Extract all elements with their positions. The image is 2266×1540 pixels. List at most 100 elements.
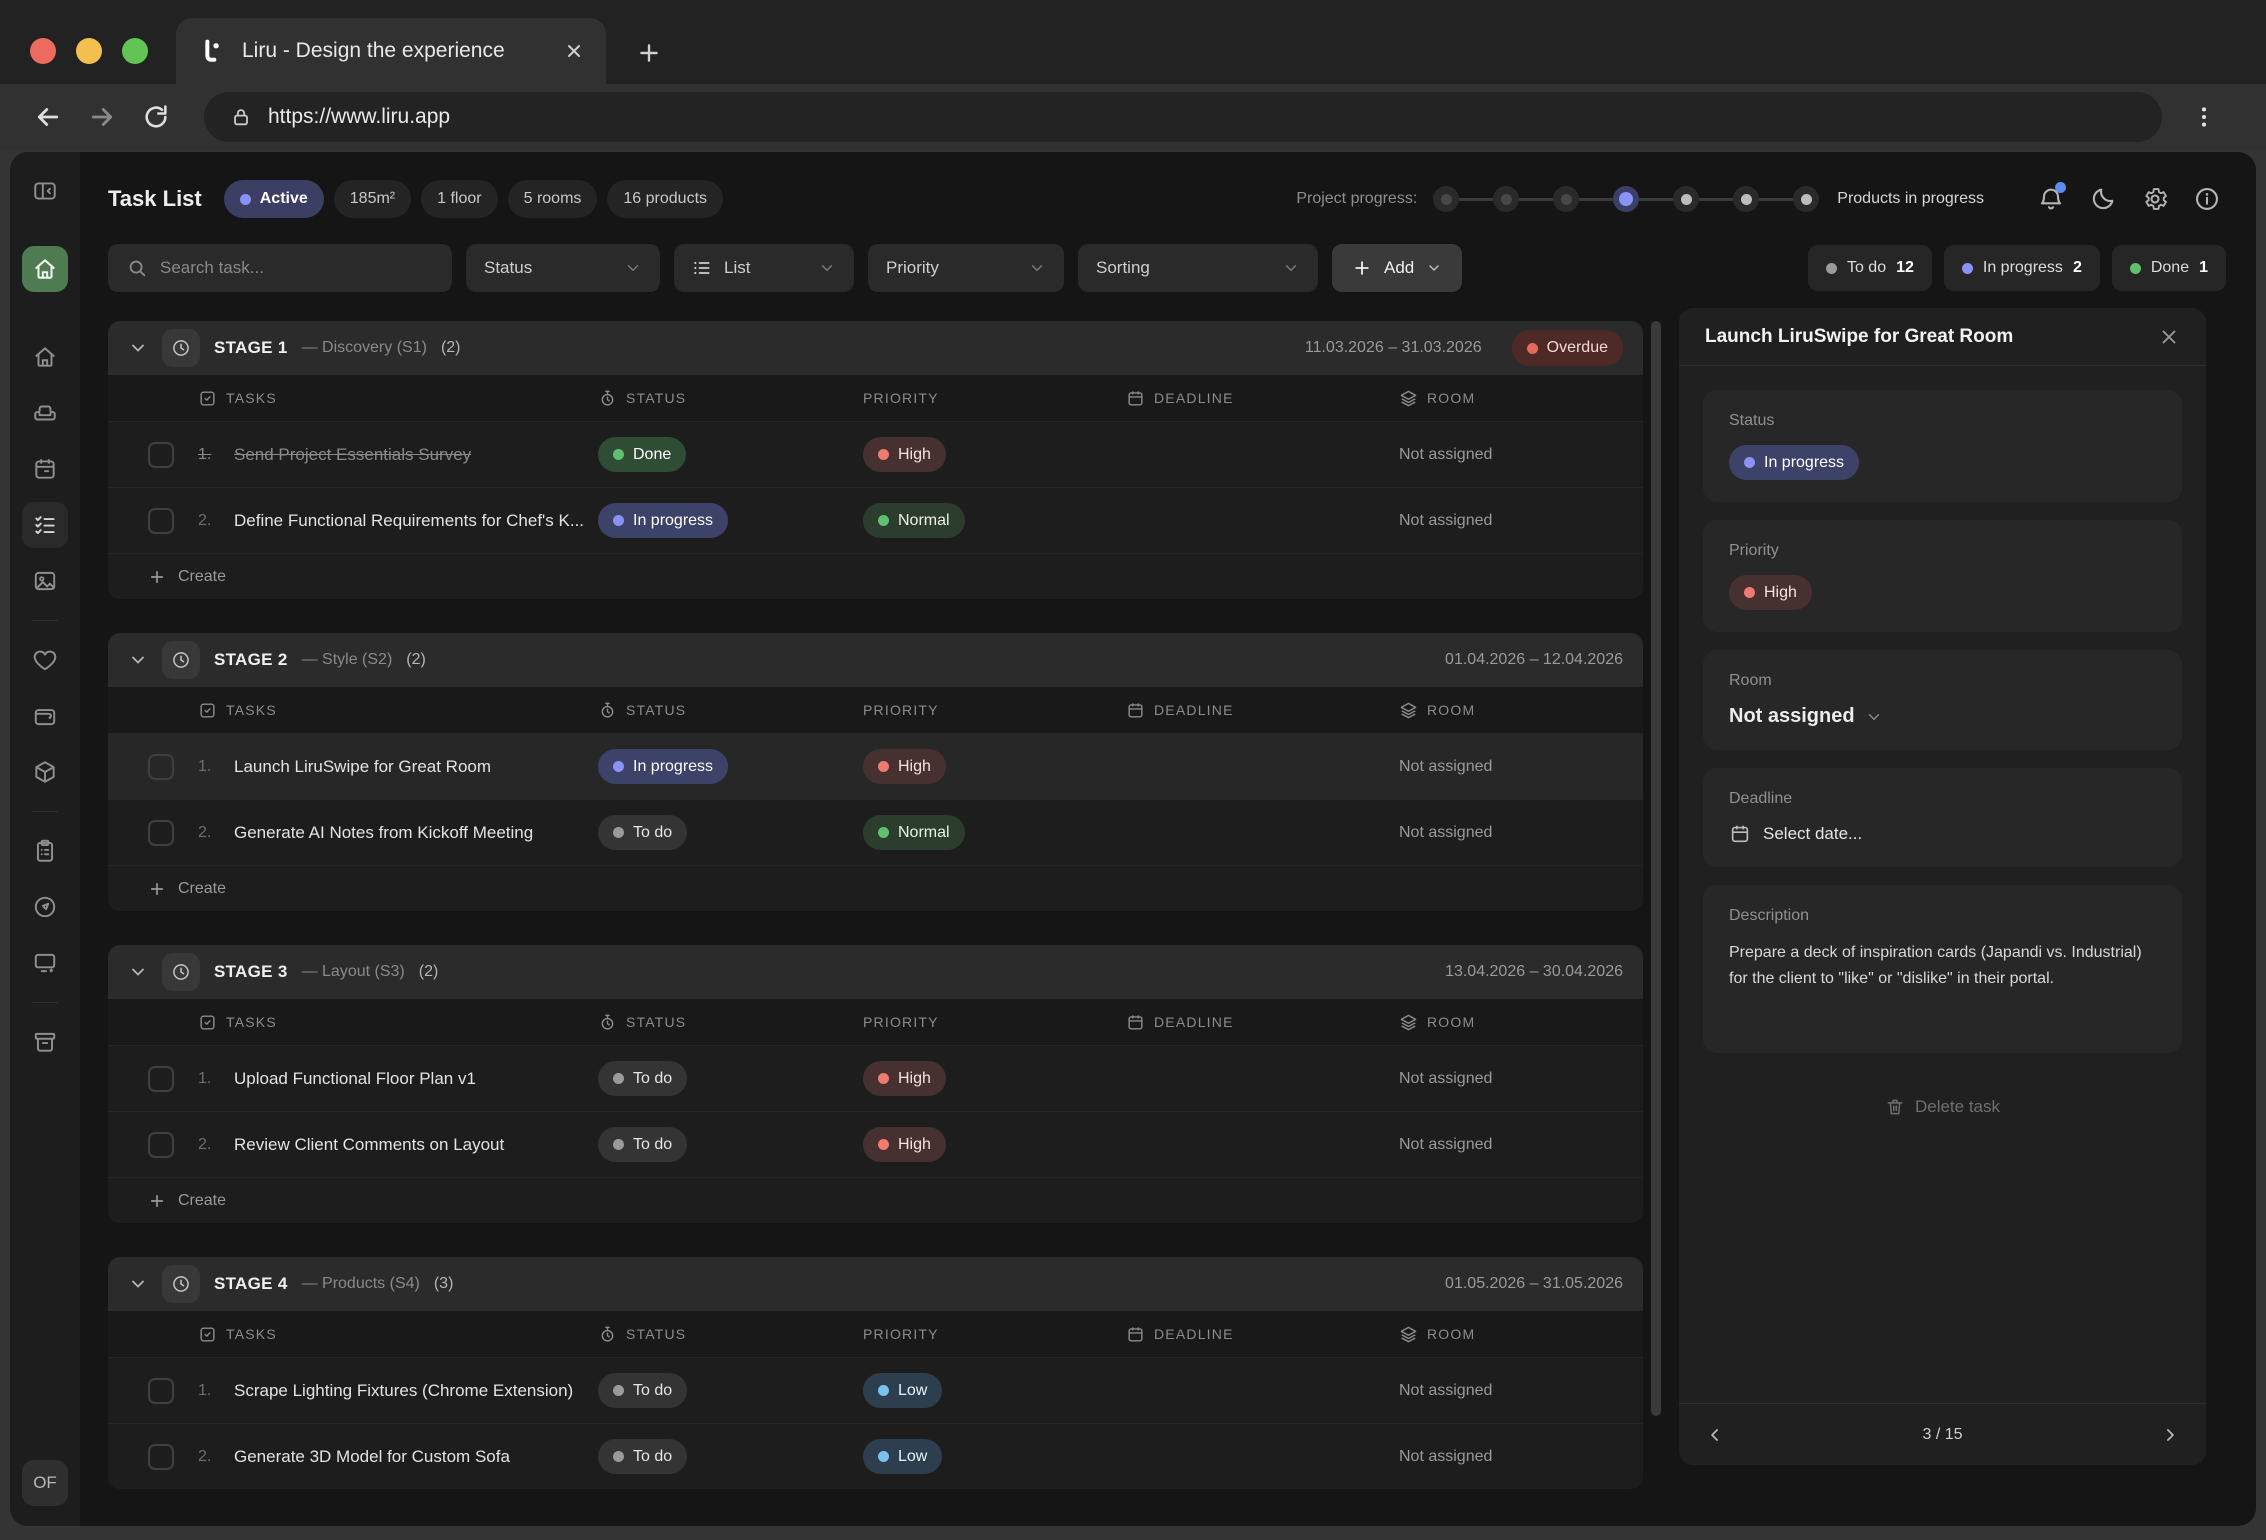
notifications-bell-icon[interactable]	[2032, 180, 2070, 218]
status-pill[interactable]: To do	[598, 815, 687, 850]
clipboard-icon[interactable]	[22, 828, 68, 874]
window-minimize-button[interactable]	[76, 38, 102, 64]
priority-pill[interactable]: Normal	[863, 815, 965, 850]
room-select[interactable]: Not assigned	[1729, 705, 2156, 728]
task-row-selected[interactable]: 1. Launch LiruSwipe for Great Room In pr…	[108, 733, 1643, 799]
workspace-home-button[interactable]	[22, 246, 68, 292]
status-pill[interactable]: To do	[598, 1127, 687, 1162]
dark-mode-moon-icon[interactable]	[2084, 180, 2122, 218]
progress-step[interactable]	[1793, 186, 1819, 212]
status-pill[interactable]: In progress	[598, 503, 728, 538]
task-checkbox[interactable]	[148, 820, 174, 846]
done-counter[interactable]: Done1	[2112, 245, 2226, 291]
stage-clock-icon[interactable]	[162, 953, 200, 991]
status-pill[interactable]: To do	[598, 1439, 687, 1474]
task-checkbox[interactable]	[148, 1132, 174, 1158]
task-checkbox[interactable]	[148, 1378, 174, 1404]
search-input[interactable]: Search task...	[108, 244, 452, 292]
archive-icon[interactable]	[22, 1019, 68, 1065]
scrollbar-thumb[interactable]	[1651, 321, 1661, 1416]
sidebar-toggle-icon[interactable]	[22, 168, 68, 214]
delete-task-button[interactable]: Delete task	[1703, 1097, 2182, 1117]
task-row[interactable]: 2. Generate 3D Model for Custom Sofa To …	[108, 1423, 1643, 1489]
view-select[interactable]: List	[674, 244, 854, 292]
todo-counter[interactable]: To do12	[1808, 245, 1932, 291]
new-tab-button[interactable]	[636, 40, 662, 66]
task-row[interactable]: 1. Upload Functional Floor Plan v1 To do…	[108, 1045, 1643, 1111]
stage-header[interactable]: STAGE 3 — Layout (S3) (2) 13.04.2026 – 3…	[108, 945, 1643, 999]
create-task-button[interactable]: Create	[108, 553, 1643, 599]
stage-clock-icon[interactable]	[162, 329, 200, 367]
priority-pill[interactable]: High	[863, 437, 946, 472]
favorites-icon[interactable]	[22, 637, 68, 683]
collapse-chevron-icon[interactable]	[128, 338, 148, 358]
task-row[interactable]: 2. Generate AI Notes from Kickoff Meetin…	[108, 799, 1643, 865]
priority-pill[interactable]: High	[863, 1061, 946, 1096]
priority-pill[interactable]: Low	[863, 1373, 942, 1408]
task-list-icon[interactable]	[22, 502, 68, 548]
stage-clock-icon[interactable]	[162, 641, 200, 679]
collapse-chevron-icon[interactable]	[128, 962, 148, 982]
devices-star-icon[interactable]	[22, 940, 68, 986]
task-row[interactable]: 2. Review Client Comments on Layout To d…	[108, 1111, 1643, 1177]
stage-header[interactable]: STAGE 1 — Discovery (S1) (2) 11.03.2026 …	[108, 321, 1643, 375]
sorting-select[interactable]: Sorting	[1078, 244, 1318, 292]
settings-gear-icon[interactable]	[2136, 180, 2174, 218]
progress-step[interactable]	[1553, 186, 1579, 212]
deadline-date-picker[interactable]: Select date...	[1729, 823, 2156, 845]
user-avatar[interactable]: OF	[22, 1460, 68, 1506]
info-icon[interactable]	[2188, 180, 2226, 218]
browser-menu-icon[interactable]	[2184, 97, 2224, 137]
window-close-button[interactable]	[30, 38, 56, 64]
browser-tab[interactable]: Liru - Design the experience	[176, 18, 606, 84]
task-checkbox[interactable]	[148, 1444, 174, 1470]
progress-step[interactable]	[1493, 186, 1519, 212]
stage-clock-icon[interactable]	[162, 1265, 200, 1303]
create-task-button[interactable]: Create	[108, 865, 1643, 911]
collapse-chevron-icon[interactable]	[128, 650, 148, 670]
progress-step-active[interactable]	[1613, 186, 1639, 212]
forward-icon[interactable]	[82, 97, 122, 137]
previous-task-icon[interactable]	[1705, 1425, 1725, 1445]
url-bar[interactable]: https://www.liru.app	[204, 92, 2162, 142]
status-pill[interactable]: Done	[598, 437, 686, 472]
task-row[interactable]: 2. Define Functional Requirements for Ch…	[108, 487, 1643, 553]
add-button[interactable]: Add	[1332, 244, 1462, 292]
priority-pill[interactable]: Low	[863, 1439, 942, 1474]
task-row[interactable]: 1. Scrape Lighting Fixtures (Chrome Exte…	[108, 1357, 1643, 1423]
task-checkbox[interactable]	[148, 508, 174, 534]
priority-pill[interactable]: High	[863, 1127, 946, 1162]
window-zoom-button[interactable]	[122, 38, 148, 64]
progress-step[interactable]	[1433, 186, 1459, 212]
priority-pill[interactable]: High	[863, 749, 946, 784]
products-icon[interactable]	[22, 749, 68, 795]
stage-header[interactable]: STAGE 2 — Style (S2) (2) 01.04.2026 – 12…	[108, 633, 1643, 687]
status-pill[interactable]: To do	[598, 1373, 687, 1408]
back-icon[interactable]	[28, 97, 68, 137]
priority-filter-select[interactable]: Priority	[868, 244, 1064, 292]
task-row[interactable]: 1. Send Project Essentials Survey Done H…	[108, 421, 1643, 487]
priority-pill[interactable]: Normal	[863, 503, 965, 538]
collapse-chevron-icon[interactable]	[128, 1274, 148, 1294]
in-progress-counter[interactable]: In progress2	[1944, 245, 2100, 291]
next-task-icon[interactable]	[2160, 1425, 2180, 1445]
create-task-button[interactable]: Create	[108, 1177, 1643, 1223]
reload-icon[interactable]	[136, 97, 176, 137]
explore-icon[interactable]	[22, 884, 68, 930]
task-checkbox[interactable]	[148, 754, 174, 780]
home-icon[interactable]	[22, 334, 68, 380]
stage-header[interactable]: STAGE 4 — Products (S4) (3) 01.05.2026 –…	[108, 1257, 1643, 1311]
progress-step[interactable]	[1733, 186, 1759, 212]
status-filter-select[interactable]: Status	[466, 244, 660, 292]
priority-pill[interactable]: High	[1729, 575, 1812, 610]
status-pill[interactable]: In progress	[1729, 445, 1859, 480]
task-checkbox[interactable]	[148, 442, 174, 468]
status-pill[interactable]: In progress	[598, 749, 728, 784]
furniture-icon[interactable]	[22, 390, 68, 436]
description-text[interactable]: Prepare a deck of inspiration cards (Jap…	[1729, 940, 2156, 1031]
progress-step[interactable]	[1673, 186, 1699, 212]
close-icon[interactable]	[2158, 326, 2180, 348]
task-checkbox[interactable]	[148, 1066, 174, 1092]
budget-icon[interactable]	[22, 693, 68, 739]
tab-close-icon[interactable]	[564, 41, 584, 61]
